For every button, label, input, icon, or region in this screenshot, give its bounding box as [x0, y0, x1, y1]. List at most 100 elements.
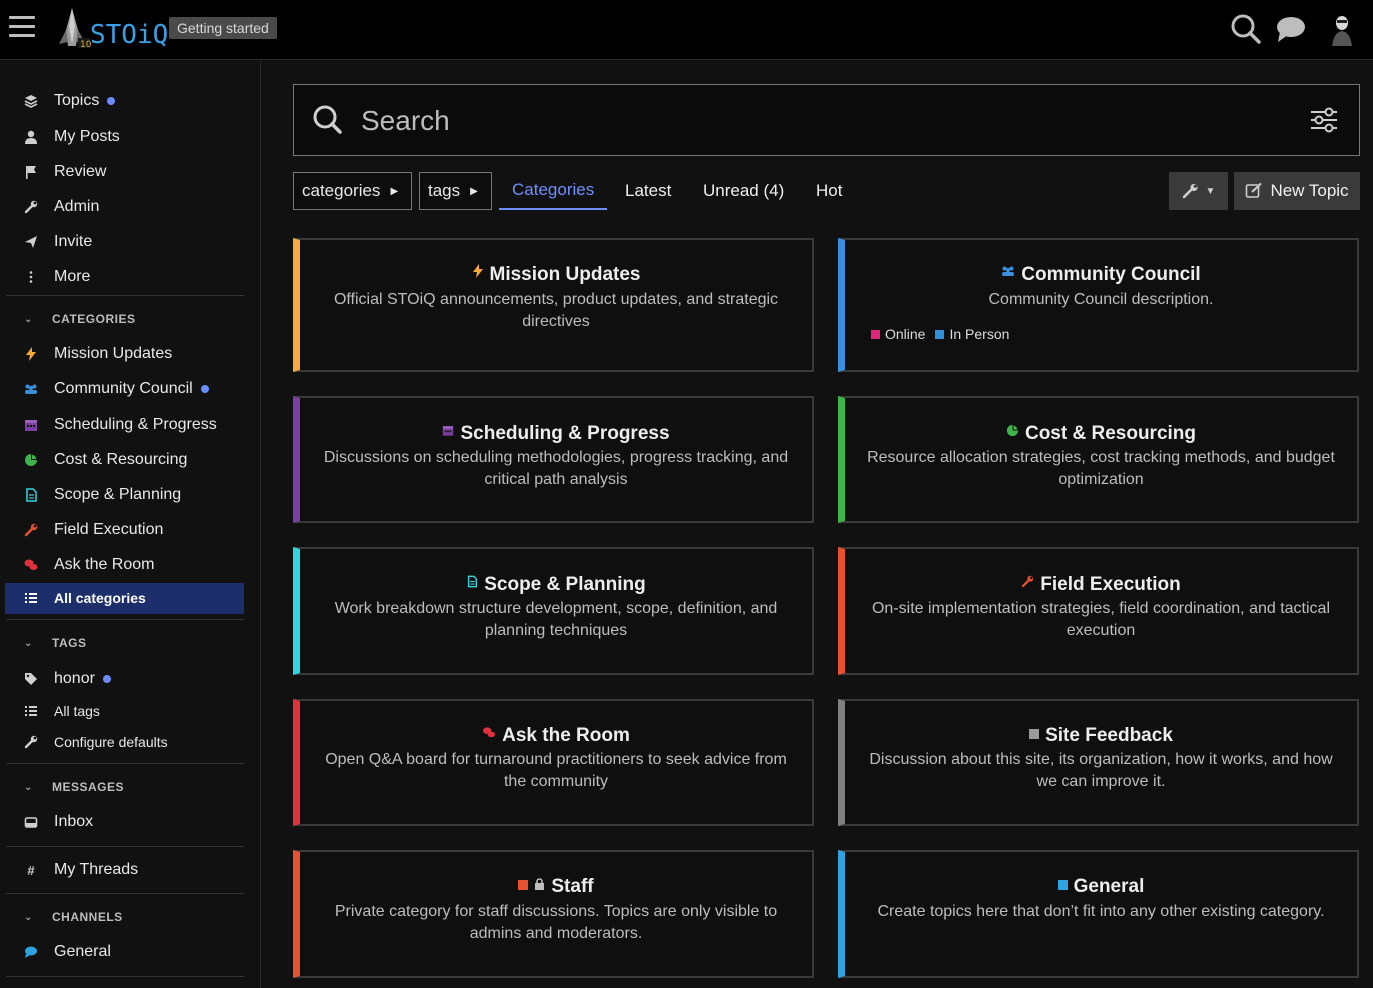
wrench-icon [20, 522, 42, 538]
getting-started-button[interactable]: Getting started [169, 17, 277, 39]
chevron-down-icon: ⌄ [24, 911, 33, 923]
wrench-icon [20, 199, 42, 215]
sidebar-item-inbox[interactable]: Inbox [20, 808, 93, 836]
category-title: Cost & Resourcing [1024, 423, 1197, 444]
category-title: General [1073, 876, 1145, 897]
category-card-community-council[interactable]: Community Council Community Council desc… [838, 238, 1359, 372]
user-icon [20, 129, 42, 145]
ellipsis-vertical-icon [20, 269, 42, 285]
subcategory-online[interactable]: Online [885, 326, 925, 342]
categories-section-toggle[interactable]: ⌄ CATEGORIES [24, 312, 135, 326]
sidebar-item-label: All tags [54, 703, 100, 719]
sidebar-item-configure-defaults[interactable]: Configure defaults [20, 728, 168, 756]
sidebar-item-label: Scope & Planning [54, 486, 182, 503]
sidebar: Topics My Posts Review Admin Invite More… [0, 61, 261, 988]
sidebar-item-my-posts[interactable]: My Posts [20, 123, 120, 151]
admin-tools-dropdown[interactable]: ▼ [1169, 172, 1228, 210]
category-card-mission-updates[interactable]: Mission Updates Official STOiQ announcem… [293, 238, 814, 372]
sidebar-item-admin[interactable]: Admin [20, 193, 99, 221]
sidebar-item-label: Topics [54, 92, 100, 109]
unread-dot [102, 675, 111, 683]
sidebar-item-label: Cost & Resourcing [54, 451, 188, 468]
list-icon [20, 703, 42, 719]
sidebar-item-scope-planning[interactable]: Scope & Planning [20, 481, 181, 509]
square-icon [518, 877, 529, 893]
category-card-staff[interactable]: Staff Private category for staff discuss… [293, 850, 814, 978]
sliders-icon[interactable] [1309, 105, 1339, 135]
tab-latest[interactable]: Latest [625, 172, 671, 210]
sidebar-item-channel-general[interactable]: General [20, 938, 111, 966]
category-title: Scheduling & Progress [460, 423, 670, 444]
tags-section-toggle[interactable]: ⌄ TAGS [24, 636, 86, 650]
paper-plane-icon [20, 234, 42, 250]
sidebar-item-community-council[interactable]: Community Council [20, 375, 209, 403]
category-description: Create topics here that don’t fit into a… [877, 903, 1325, 920]
divider [6, 976, 244, 977]
subcategory-in-person[interactable]: In Person [949, 326, 1009, 342]
sidebar-item-label: My Posts [54, 128, 120, 145]
search-icon[interactable] [1229, 12, 1263, 46]
sidebar-item-invite[interactable]: Invite [20, 228, 92, 256]
sidebar-item-label: Field Execution [54, 521, 164, 538]
pie-chart-icon [20, 452, 42, 468]
button-label: New Topic [1270, 181, 1349, 200]
divider [6, 619, 244, 620]
sidebar-item-review[interactable]: Review [20, 158, 106, 186]
sidebar-item-mission-updates[interactable]: Mission Updates [20, 340, 172, 368]
tab-categories[interactable]: Categories [499, 172, 608, 210]
category-card-field-execution[interactable]: Field Execution On-site implementation s… [838, 547, 1359, 675]
search-input[interactable]: Search [293, 84, 1360, 156]
header: 10 STOiQ Getting started [0, 0, 1373, 60]
user-avatar[interactable] [1325, 12, 1359, 46]
sidebar-item-label: Admin [54, 198, 100, 215]
category-card-scope-planning[interactable]: Scope & Planning Work breakdown structur… [293, 547, 814, 675]
sidebar-item-topics[interactable]: Topics [20, 87, 116, 115]
category-card-ask-the-room[interactable]: Ask the Room Open Q&A board for turnarou… [293, 699, 814, 826]
tab-hot[interactable]: Hot [816, 172, 842, 210]
category-card-scheduling-progress[interactable]: Scheduling & Progress Discussions on sch… [293, 396, 814, 523]
tab-unread[interactable]: Unread (4) [703, 172, 784, 210]
hamburger-menu-icon[interactable] [9, 16, 35, 38]
category-title: Mission Updates [489, 264, 641, 285]
divider [6, 295, 244, 296]
category-description: Community Council description. [988, 291, 1214, 308]
category-title: Site Feedback [1045, 725, 1173, 746]
document-icon [20, 487, 42, 503]
messages-section-toggle[interactable]: ⌄ MESSAGES [24, 780, 124, 794]
sidebar-item-more[interactable]: More [20, 263, 90, 291]
list-icon [20, 590, 42, 606]
site-logo[interactable]: 10 STOiQ [56, 6, 168, 52]
layers-icon [20, 93, 42, 109]
sidebar-item-scheduling-progress[interactable]: Scheduling & Progress [20, 411, 217, 439]
caret-right-icon: ▶ [390, 185, 399, 197]
category-description: Work breakdown structure development, sc… [334, 600, 778, 639]
section-heading: CATEGORIES [52, 312, 136, 326]
tags-filter-dropdown[interactable]: tags ▶ [419, 172, 492, 210]
category-title: Community Council [1021, 264, 1201, 285]
sidebar-item-ask-the-room[interactable]: Ask the Room [20, 551, 154, 579]
search-icon [313, 105, 342, 134]
divider [6, 893, 244, 894]
sidebar-item-field-execution[interactable]: Field Execution [20, 516, 163, 544]
sidebar-item-cost-resourcing[interactable]: Cost & Resourcing [20, 446, 187, 474]
category-card-site-feedback[interactable]: Site Feedback Discussion about this site… [838, 699, 1359, 826]
sidebar-item-my-threads[interactable]: # My Threads [20, 856, 138, 884]
chat-bubble-icon [20, 944, 42, 960]
sidebar-item-all-categories[interactable]: All categories [20, 584, 146, 612]
chat-bubble-icon[interactable] [1274, 12, 1308, 46]
section-heading: CHANNELS [52, 910, 123, 924]
unread-dot [107, 97, 116, 105]
new-topic-button[interactable]: New Topic [1234, 172, 1360, 210]
section-heading: TAGS [52, 636, 87, 650]
category-description: Private category for staff discussions. … [334, 903, 778, 942]
sidebar-item-label: Mission Updates [54, 345, 173, 362]
flag-icon [20, 164, 42, 180]
sidebar-item-all-tags[interactable]: All tags [20, 697, 100, 725]
category-description: Discussion about this site, its organiza… [869, 751, 1333, 790]
channels-section-toggle[interactable]: ⌄ CHANNELS [24, 910, 123, 924]
categories-filter-dropdown[interactable]: categories ▶ [293, 172, 412, 210]
sidebar-item-tag-honor[interactable]: honor [20, 665, 111, 693]
category-card-cost-resourcing[interactable]: Cost & Resourcing Resource allocation st… [838, 396, 1359, 523]
divider [6, 846, 244, 847]
category-card-general[interactable]: General Create topics here that don’t fi… [838, 850, 1359, 978]
